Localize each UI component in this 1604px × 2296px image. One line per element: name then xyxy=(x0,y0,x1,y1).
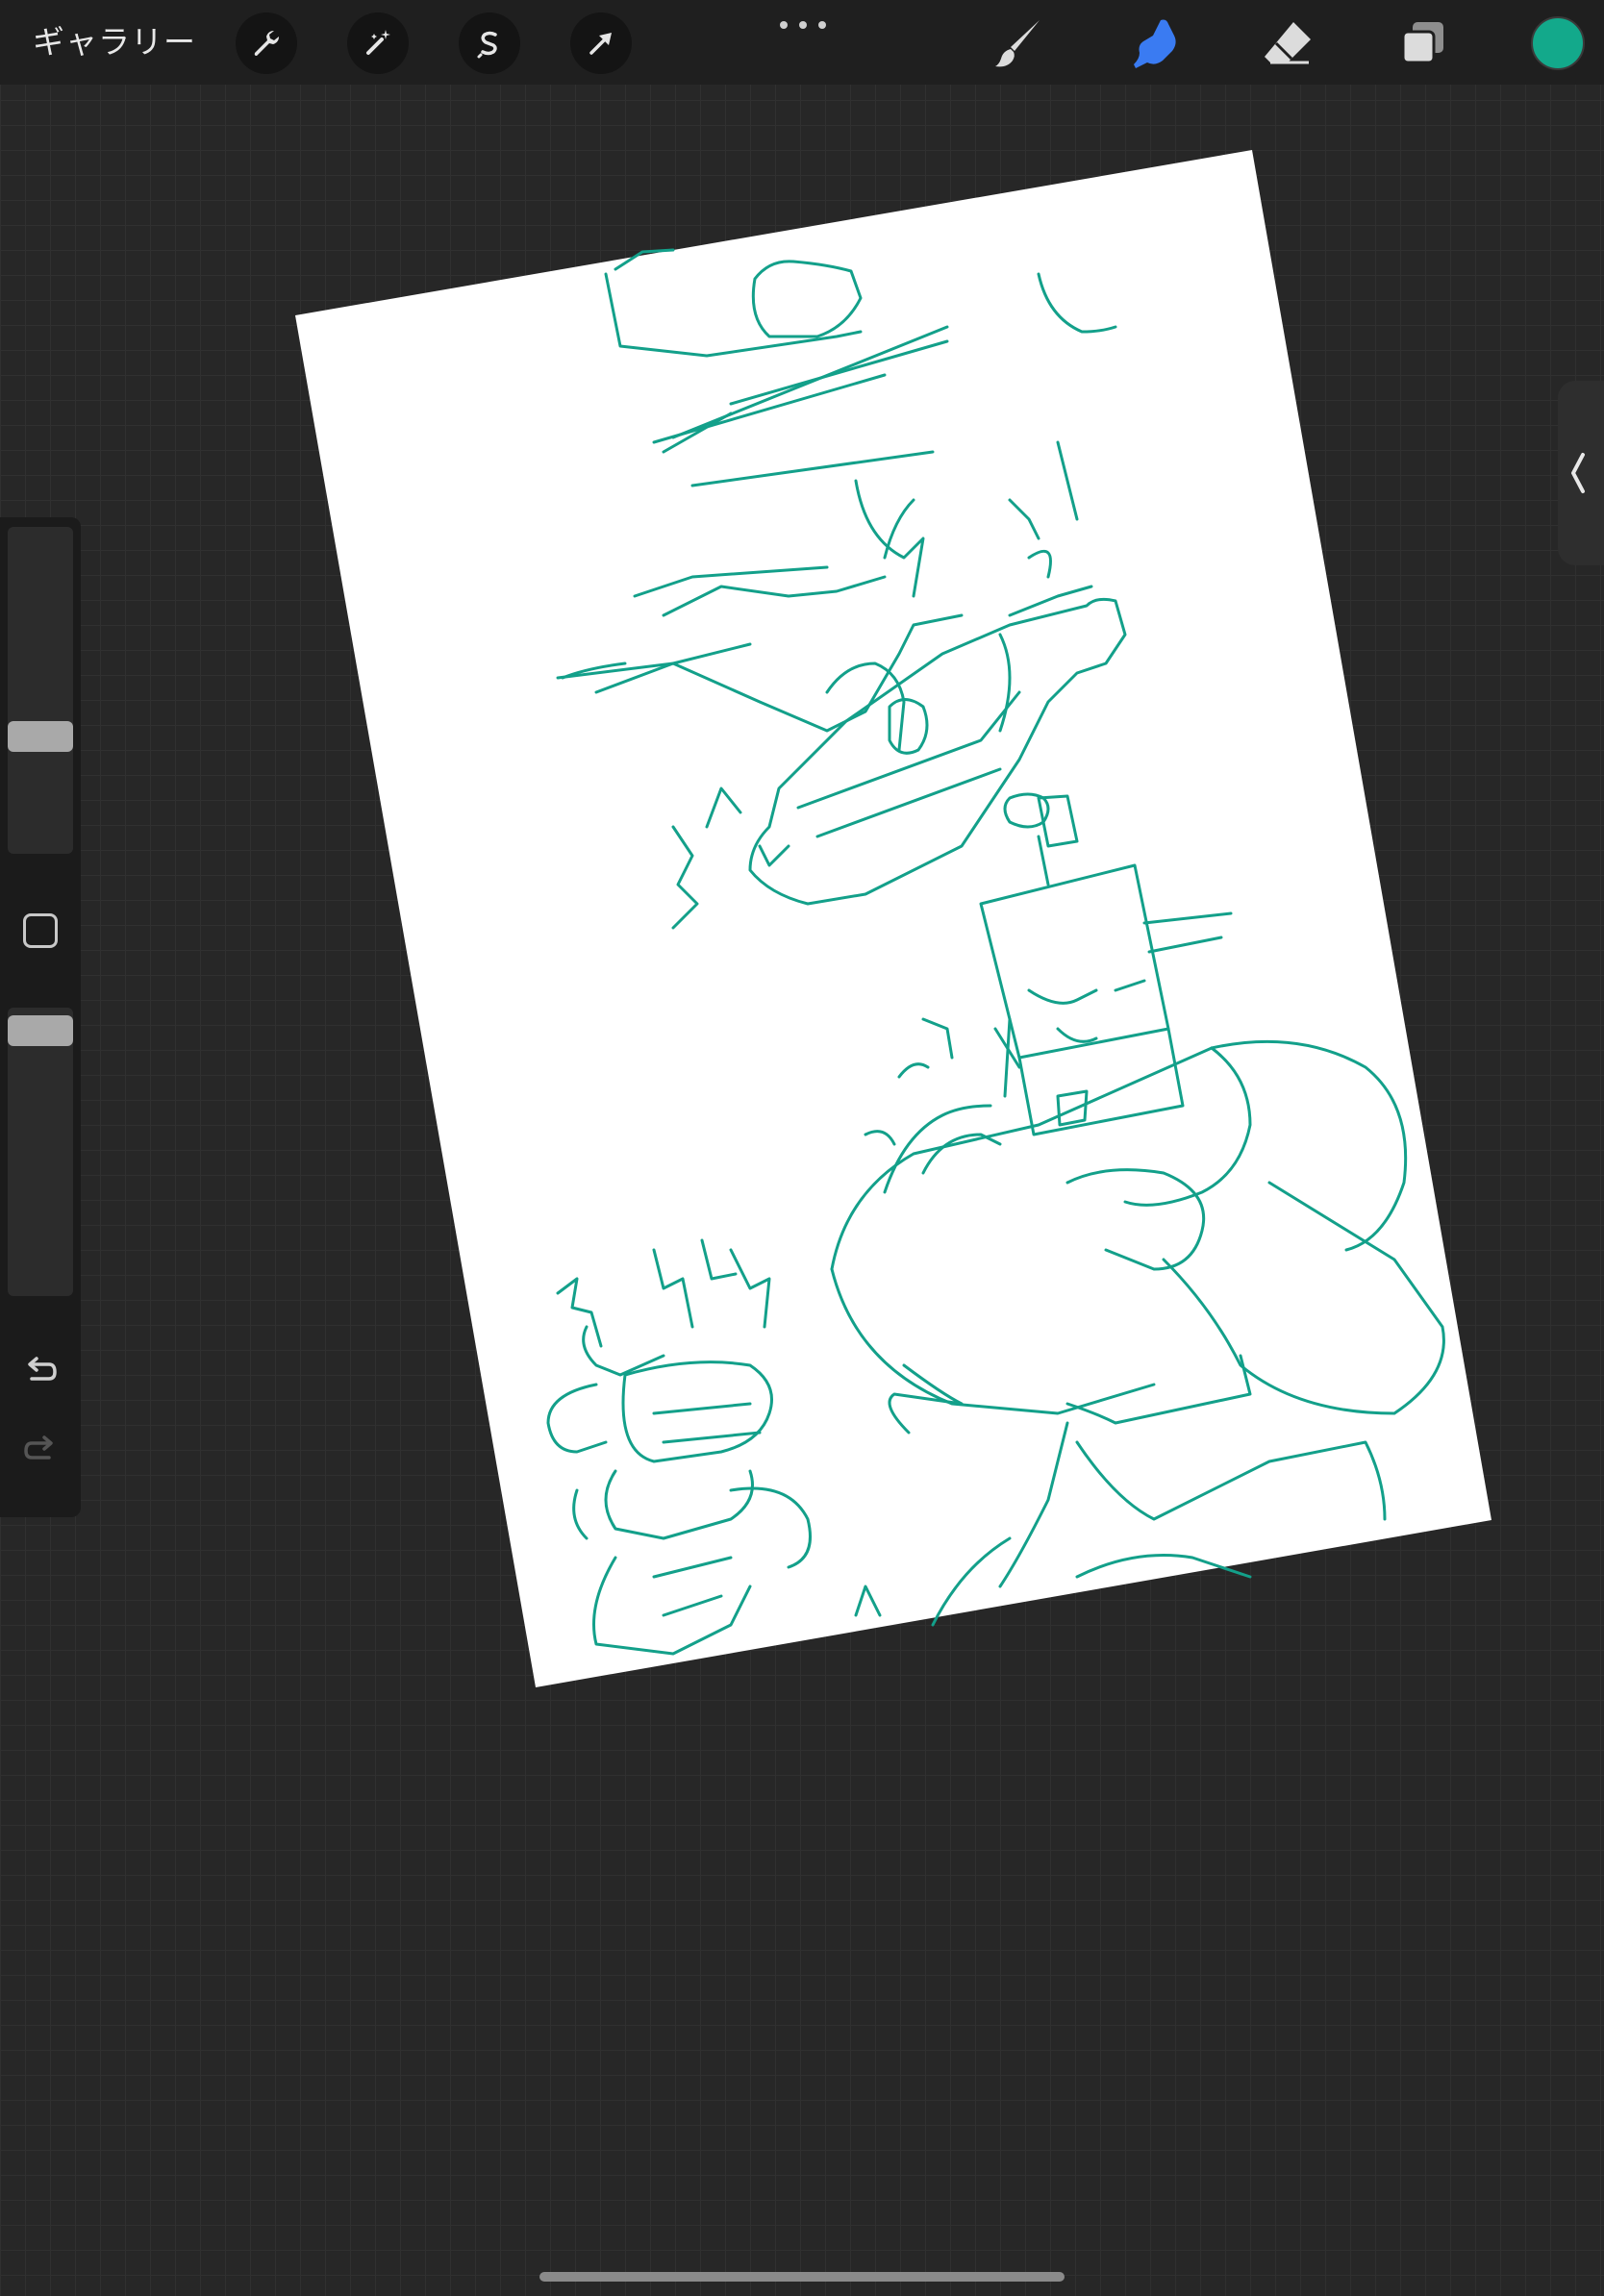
top-toolbar: ギャラリー xyxy=(0,0,1604,85)
smudge-tool-button[interactable] xyxy=(1123,12,1187,75)
layers-icon xyxy=(1401,22,1443,64)
paper-group[interactable] xyxy=(295,150,1491,1687)
transform-arrow-icon xyxy=(589,33,612,55)
magic-wand-icon xyxy=(366,30,390,55)
undo-icon xyxy=(28,1357,57,1381)
color-swatch[interactable] xyxy=(1531,16,1585,70)
layers-button[interactable] xyxy=(1391,12,1454,75)
brush-tool-button[interactable] xyxy=(987,12,1050,75)
smudge-finger-icon xyxy=(1134,19,1176,68)
more-dots-icon[interactable] xyxy=(780,17,826,33)
gallery-button[interactable]: ギャラリー xyxy=(33,17,196,67)
redo-icon xyxy=(24,1435,53,1460)
left-sidebar xyxy=(0,517,81,1517)
undo-button[interactable] xyxy=(17,1348,63,1394)
drawing-paper[interactable] xyxy=(295,150,1491,1687)
home-indicator xyxy=(539,2272,1065,2282)
opacity-thumb[interactable] xyxy=(8,1015,73,1046)
canvas-area xyxy=(0,0,1604,2296)
selection-button[interactable] xyxy=(459,12,520,74)
redo-button[interactable] xyxy=(17,1427,63,1473)
wrench-icon xyxy=(254,31,279,56)
selection-s-icon xyxy=(477,31,497,59)
brush-size-thumb[interactable] xyxy=(8,721,73,752)
paintbrush-icon xyxy=(995,20,1040,67)
procreate-app: ギャラリー xyxy=(0,0,1604,2296)
eraser-icon xyxy=(1265,22,1311,64)
transform-button[interactable] xyxy=(570,12,632,74)
right-panel-tab[interactable] xyxy=(1558,381,1604,565)
brush-size-slider[interactable] xyxy=(8,527,73,854)
eraser-tool-button[interactable] xyxy=(1256,12,1319,75)
actions-button[interactable] xyxy=(236,12,297,74)
square-modifier-icon[interactable] xyxy=(23,913,58,948)
chevron-left-icon xyxy=(1571,453,1585,493)
canvas-svg xyxy=(295,150,1491,1687)
adjustments-button[interactable] xyxy=(347,12,409,74)
opacity-slider[interactable] xyxy=(8,1008,73,1296)
sketch-strokes xyxy=(546,248,1445,1656)
